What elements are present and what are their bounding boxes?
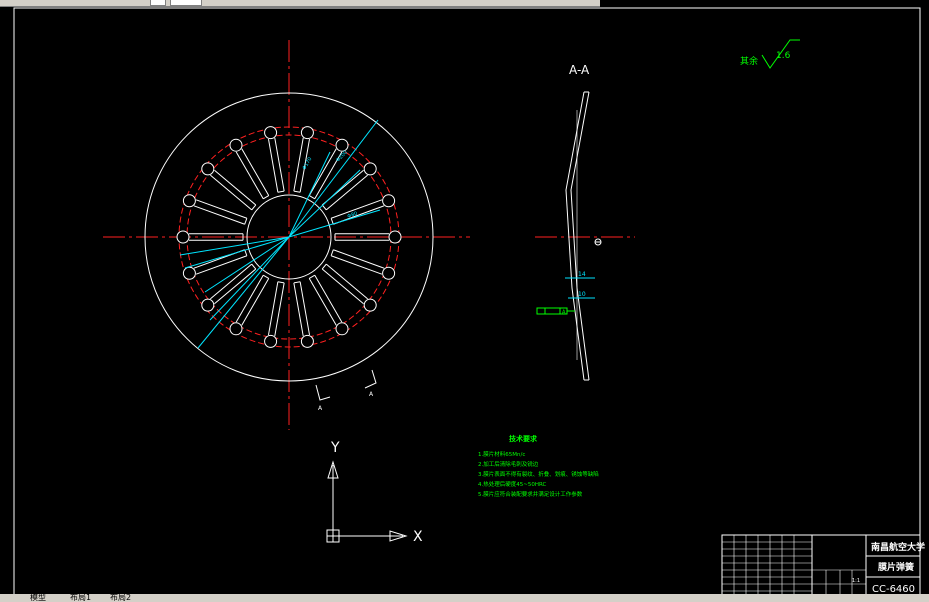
slot-hole [229, 138, 243, 152]
slot [210, 169, 257, 211]
tech-title: 技术要求 [509, 434, 538, 443]
front-view: Φ170 Φ200 Φ80 A A [103, 40, 470, 430]
slot-hole [176, 230, 190, 244]
dimension-line [204, 236, 290, 293]
slot [235, 274, 270, 326]
tech-item: 2.加工后清除毛刺及锐边 [478, 460, 539, 468]
scale: 1:1 [852, 578, 860, 584]
dimension-line [209, 236, 290, 321]
dimension-text: Φ170 [302, 156, 314, 171]
tab-layout2[interactable]: 布局2 [110, 594, 131, 602]
ucs-icon: Y X [326, 440, 423, 545]
drawing-number: CC-6460 [872, 584, 915, 594]
tech-item: 4.热处理后硬度45~50HRC [478, 480, 547, 488]
cut-label-right: A [369, 391, 374, 398]
slot-hole [382, 194, 396, 208]
slot-hole [300, 334, 314, 348]
status-bar: 模型 布局1 布局2 [0, 594, 929, 602]
roughness-value: 1.6 [776, 51, 791, 61]
slot [235, 148, 270, 200]
slot [267, 281, 285, 337]
title-block: 南昌航空大学 膜片弹簧 CC-6460 1:1 [721, 534, 925, 594]
slot-hole [363, 162, 377, 176]
slot-hole [201, 298, 215, 312]
school-name: 南昌航空大学 [871, 541, 925, 553]
cut-mark-right [364, 369, 377, 389]
ucs-x-label: X [413, 529, 423, 545]
slot [293, 281, 311, 337]
slot-hole [201, 162, 215, 176]
slot-hole [335, 322, 349, 336]
dim-10: 10 [578, 291, 586, 298]
slot [193, 249, 248, 275]
slot-hole [264, 126, 278, 140]
drawing-canvas[interactable]: Φ170 Φ200 Φ80 A A A-A 14 10 A 其余 1.6 技术要… [0, 0, 929, 594]
drawing-border [13, 7, 921, 594]
roughness-note: 其余 1.6 [740, 39, 800, 69]
tab-model[interactable]: 模型 [30, 594, 46, 602]
slot [321, 169, 368, 211]
tech-item: 3.膜片表面不得有裂纹、折叠、划痕、锈蚀等缺陷 [478, 470, 599, 478]
slot-hole [182, 194, 196, 208]
slot-hole [264, 334, 278, 348]
part-name: 膜片弹簧 [877, 561, 914, 573]
slot-hole [182, 266, 196, 280]
slot-hole [363, 298, 377, 312]
slot-hole [382, 266, 396, 280]
dim-14: 14 [578, 271, 586, 278]
slot [321, 263, 368, 305]
roughness-label: 其余 [740, 55, 758, 67]
slot [308, 274, 343, 326]
slot-hole [229, 322, 243, 336]
slot-hole [300, 126, 314, 140]
slot [330, 199, 385, 225]
slot [193, 199, 248, 225]
cut-mark-left [315, 384, 331, 401]
tech-item: 1.膜片材料65Mn/c [478, 450, 525, 458]
tech-requirements: 技术要求 1.膜片材料65Mn/c 2.加工后清除毛刺及锐边 3.膜片表面不得有… [478, 434, 599, 498]
tab-layout1[interactable]: 布局1 [70, 594, 91, 602]
slot [330, 249, 385, 275]
dimension-line [184, 236, 290, 269]
slot [267, 137, 285, 193]
profile-inner [570, 91, 590, 381]
section-title: A-A [569, 63, 590, 77]
ucs-y-label: Y [330, 440, 340, 456]
cut-label-left: A [318, 405, 323, 412]
tech-item: 5.膜片应符合装配要求并满足设计工作参数 [478, 490, 583, 498]
datum-ref: A [562, 310, 566, 316]
slot-hole [388, 230, 402, 244]
section-view: A-A 14 10 A [535, 63, 635, 381]
slot-hole [335, 138, 349, 152]
